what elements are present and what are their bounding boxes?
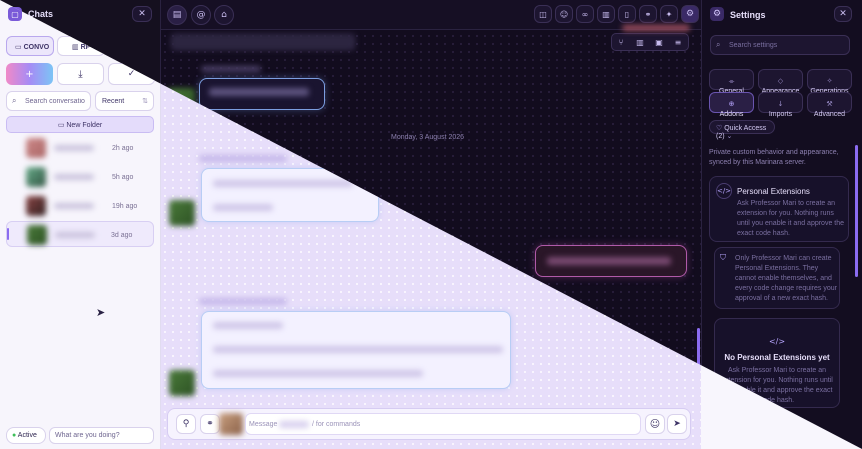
status-input[interactable]: What are you doing? [49, 427, 154, 444]
chat-search-input[interactable]: ⌕ Search conversatio [6, 91, 91, 111]
advanced-icon: ⚒ [826, 100, 833, 108]
emoji-icon[interactable]: ☺ [645, 414, 665, 434]
attach-icon[interactable]: ⚲ [176, 414, 196, 434]
general-icon: ⌯ [728, 77, 735, 85]
avatar [27, 225, 47, 245]
addons-intro: Private custom behavior and appearance, … [709, 149, 839, 166]
branch-icon[interactable]: ⑂ [614, 35, 628, 49]
avatar[interactable] [169, 200, 195, 226]
persona-avatar[interactable] [219, 413, 243, 435]
search-light-icon: ⌕ [12, 96, 17, 105]
quick-access-dropdown[interactable]: ♡ Quick Access (2) ⌄ [709, 120, 775, 140]
mention-icon[interactable]: @ [191, 5, 211, 25]
list-item-active[interactable]: 3d ago [6, 221, 154, 247]
link-attach-icon[interactable]: ⚭ [200, 414, 220, 434]
close-sidebar-button[interactable]: ✕ [132, 6, 152, 22]
code-empty-icon: </> [768, 337, 786, 346]
sliders-icon[interactable]: ≡ [671, 35, 685, 49]
list-item[interactable]: 19h ago [6, 194, 154, 218]
list-item[interactable]: 2h ago [6, 136, 154, 160]
tab-addons[interactable]: ⊕ Addons [709, 92, 754, 118]
shield-icon: ⛉ [720, 253, 726, 262]
appearance-icon: ◇ [777, 77, 784, 85]
chevron-down-icon: ⌄ [724, 133, 733, 140]
empty-state-title: No Personal Extensions yet [724, 353, 830, 362]
cursor-icon: ➤ [96, 306, 106, 319]
tab-advanced[interactable]: ⚒ Advanced [807, 92, 852, 118]
settings-title: Settings [730, 10, 766, 20]
tab-appearance[interactable]: ◇ Appearance [758, 69, 803, 95]
avatar [26, 138, 46, 158]
notice-card: ⛉ Only Professor Mari can create Persona… [714, 247, 840, 309]
settings-icon: ⚙ [710, 7, 724, 21]
link-icon[interactable]: ⚭ [639, 5, 657, 23]
imports-icon: ↓ [777, 100, 784, 108]
settings-search-input[interactable]: ⌕ Search settings [710, 35, 850, 55]
sparkle-icon[interactable]: ✦ [660, 5, 678, 23]
home-icon[interactable]: ⌂ [214, 5, 234, 25]
users-icon[interactable]: ☺ [555, 5, 573, 23]
code-icon: </> [716, 183, 732, 199]
avatar[interactable] [169, 370, 195, 396]
message-input[interactable]: Message / for commands [245, 413, 641, 435]
image-icon[interactable]: ▣ [652, 35, 666, 49]
book-icon[interactable]: ▥ [597, 5, 615, 23]
settings-scrollbar[interactable] [855, 145, 858, 277]
mode-tab-convo[interactable]: ▭ CONVO [6, 36, 54, 56]
new-folder-button[interactable]: ▭ New Folder [6, 116, 154, 133]
tab-general[interactable]: ⌯ General [709, 69, 754, 95]
chat-icon[interactable]: ▤ [167, 5, 187, 25]
search-icon: ⌕ [716, 40, 721, 49]
sort-select[interactable]: Recent ⇅ [95, 91, 154, 111]
top-bar: ▤ @ ⌂ ◫ ☺ ∞ ▥ ▯ ⚭ ✦ ⚙ [161, 0, 701, 30]
date-divider: Monday, 3 August 2026 [391, 134, 465, 141]
status-badge[interactable]: ● Active [6, 427, 46, 444]
settings-gear-icon[interactable]: ⚙ [681, 5, 699, 23]
avatar [26, 167, 46, 187]
avatar [26, 196, 46, 216]
tab-imports[interactable]: ↓ Imports [758, 92, 803, 118]
addons-icon: ⊕ [728, 100, 735, 108]
generations-icon: ✧ [826, 77, 833, 85]
mask-icon[interactable]: ∞ [576, 5, 594, 23]
bot-icon[interactable]: ◫ [534, 5, 552, 23]
personal-extensions-card: </> Personal Extensions Ask Professor Ma… [709, 176, 849, 242]
convo-icon: ▭ [15, 44, 24, 51]
rp-book-icon: ▥ [72, 44, 81, 51]
import-button[interactable]: ⤓ [57, 63, 104, 85]
book-open-icon[interactable]: ▥ [633, 35, 647, 49]
new-chat-button[interactable]: + [6, 63, 53, 85]
document-icon[interactable]: ▯ [618, 5, 636, 23]
send-icon[interactable]: ➤ [667, 414, 687, 434]
sort-icon: ⇅ [142, 98, 148, 105]
close-settings-button[interactable]: ✕ [834, 6, 852, 22]
tab-generations[interactable]: ✧ Generations [807, 69, 852, 95]
heart-icon: ♡ [716, 125, 725, 132]
list-item[interactable]: 5h ago [6, 165, 154, 189]
